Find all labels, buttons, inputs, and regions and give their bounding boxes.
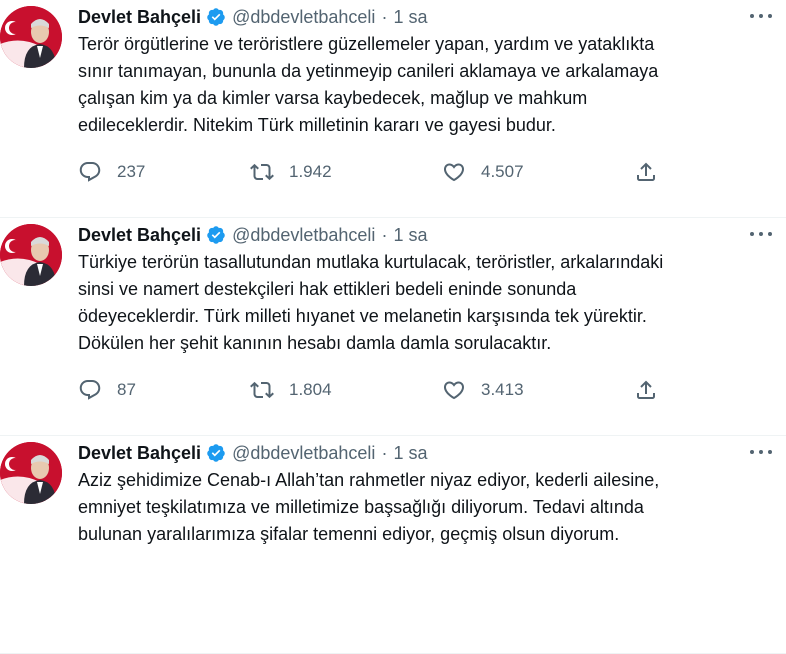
retweet-icon [250,381,274,399]
tweet-header: Devlet Bahçeli @dbdevletbahceli · 1 sa [78,5,776,29]
author-name[interactable]: Devlet Bahçeli [78,443,201,464]
reply-count: 237 [117,162,146,181]
like-count: 3.413 [481,380,524,399]
timestamp[interactable]: 1 sa [393,225,427,246]
author-name[interactable]: Devlet Bahçeli [78,7,201,28]
more-icon[interactable] [750,228,772,240]
tweet[interactable]: Devlet Bahçeli @dbdevletbahceli · 1 sa A… [0,436,786,654]
author-handle[interactable]: @dbdevletbahceli [232,225,375,246]
reply-icon [79,380,101,400]
tweet-text: Terör örgütlerine ve teröristlere güzell… [78,34,659,135]
like-icon [443,381,465,400]
reply-button[interactable]: 237 [78,158,145,186]
tweet-actions: 87 1.804 3.413 [78,376,668,404]
tweet[interactable]: Devlet Bahçeli @dbdevletbahceli · 1 sa T… [0,0,786,218]
avatar[interactable] [0,442,62,504]
reply-count: 87 [117,380,136,399]
retweet-button[interactable]: 1.804 [250,376,332,404]
timestamp[interactable]: 1 sa [393,7,427,28]
author-handle[interactable]: @dbdevletbahceli [232,7,375,28]
tweet[interactable]: Devlet Bahçeli @dbdevletbahceli · 1 sa T… [0,218,786,436]
retweet-count: 1.804 [289,380,332,399]
timestamp[interactable]: 1 sa [393,443,427,464]
retweet-button[interactable]: 1.942 [250,158,332,186]
tweet-header: Devlet Bahçeli @dbdevletbahceli · 1 sa [78,223,776,247]
avatar[interactable] [0,224,62,286]
author-name[interactable]: Devlet Bahçeli [78,225,201,246]
separator-dot: · [381,224,388,245]
timeline-feed: Devlet Bahçeli @dbdevletbahceli · 1 sa T… [0,0,786,654]
author-handle[interactable]: @dbdevletbahceli [232,443,375,464]
share-icon [637,162,655,181]
verified-badge-icon [207,8,225,26]
reply-icon [79,162,101,182]
retweet-count: 1.942 [289,162,332,181]
avatar[interactable] [0,6,62,68]
like-icon [443,163,465,182]
retweet-icon [250,163,274,181]
tweet-text: Aziz şehidimize Cenab-ı Allah’tan rahmet… [78,470,660,544]
separator-dot: · [381,442,388,463]
reply-button[interactable]: 87 [78,376,136,404]
verified-badge-icon [207,444,225,462]
verified-badge-icon [207,226,225,244]
share-icon [637,380,655,399]
tweet-text: Türkiye terörün tasallutundan mutlaka ku… [78,252,664,353]
share-button[interactable] [634,158,658,186]
more-icon[interactable] [750,10,772,22]
more-icon[interactable] [750,446,772,458]
share-button[interactable] [634,376,658,404]
like-count: 4.507 [481,162,524,181]
like-button[interactable]: 4.507 [442,158,524,186]
tweet-actions: 237 1.942 4.507 [78,158,668,186]
separator-dot: · [381,6,388,27]
tweet-header: Devlet Bahçeli @dbdevletbahceli · 1 sa [78,441,776,465]
like-button[interactable]: 3.413 [442,376,524,404]
